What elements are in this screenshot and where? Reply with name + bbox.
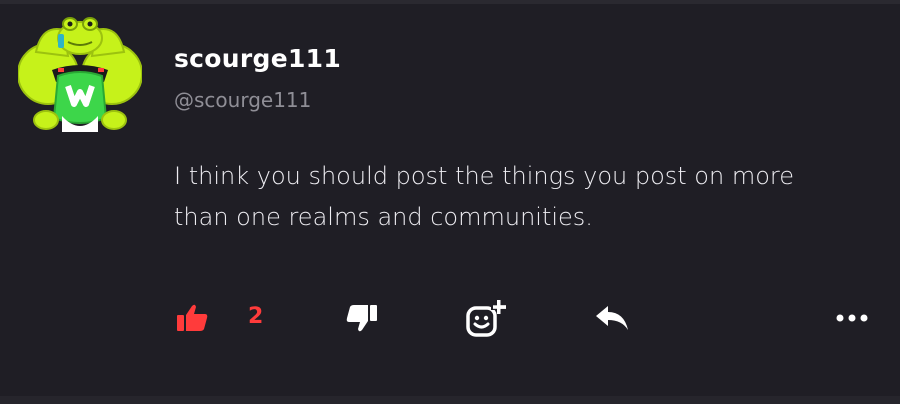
add-reaction-button[interactable] — [462, 296, 510, 340]
comment-card: scourge111 @scourge111 I think you shoul… — [0, 0, 900, 396]
reply-button[interactable] — [592, 296, 632, 340]
display-name[interactable]: scourge111 — [174, 44, 341, 73]
more-options-icon — [836, 314, 868, 322]
action-bar: 2 — [0, 296, 900, 344]
dislike-button[interactable] — [342, 296, 382, 340]
user-avatar[interactable] — [17, 12, 143, 136]
thumbs-up-icon — [177, 304, 208, 331]
reply-arrow-icon — [596, 306, 628, 330]
bottom-divider — [0, 396, 900, 404]
like-button[interactable] — [172, 296, 212, 340]
add-reaction-icon — [466, 300, 506, 337]
muscular-frog-avatar-icon — [17, 17, 143, 132]
more-options-button[interactable] — [830, 296, 874, 340]
thumbs-down-icon — [346, 305, 377, 332]
like-count: 2 — [248, 304, 264, 329]
user-handle[interactable]: @scourge111 — [174, 88, 311, 112]
comment-body: I think you should post the things you p… — [174, 162, 794, 231]
